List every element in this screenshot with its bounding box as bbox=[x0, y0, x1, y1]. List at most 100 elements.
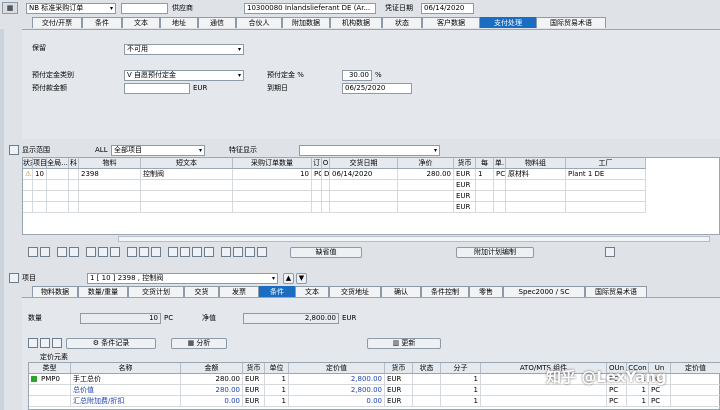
tab-header-8[interactable]: 状态 bbox=[382, 17, 422, 28]
cond-cell[interactable]: EUR bbox=[243, 374, 265, 385]
tab-detail-9[interactable]: 条件控制 bbox=[421, 286, 469, 297]
tab-detail-10[interactable]: 零售 bbox=[469, 286, 503, 297]
magnify-icon[interactable] bbox=[28, 247, 38, 257]
cond-cell[interactable]: 1 bbox=[265, 374, 289, 385]
zoom-icon[interactable] bbox=[40, 247, 50, 257]
tab-header-11[interactable]: 国际贸易术语 bbox=[536, 17, 606, 28]
items-cell[interactable] bbox=[330, 202, 398, 213]
cond-cell[interactable]: 280.00 bbox=[181, 374, 243, 385]
items-cell[interactable] bbox=[494, 202, 506, 213]
toolbar-icon[interactable]: ▦ bbox=[2, 2, 18, 14]
cond-col-header[interactable]: 定价值 bbox=[671, 363, 720, 374]
cond-cell[interactable]: 1 bbox=[441, 374, 481, 385]
items-cell[interactable] bbox=[312, 191, 322, 202]
items-cell[interactable]: 2398 bbox=[79, 169, 141, 180]
items-cell[interactable] bbox=[47, 169, 69, 180]
po-number-field[interactable] bbox=[121, 3, 168, 14]
tab-detail-4[interactable]: 发票 bbox=[219, 286, 259, 297]
collapse-icon[interactable] bbox=[9, 273, 19, 283]
order-type-select[interactable]: NB 标准采购订单 ▾ bbox=[26, 3, 116, 14]
collapse-icon[interactable] bbox=[9, 145, 19, 155]
scrollbar[interactable] bbox=[118, 236, 710, 242]
items-cell[interactable]: PC bbox=[312, 169, 322, 180]
tab-header-3[interactable]: 地址 bbox=[160, 17, 198, 28]
items-cell[interactable] bbox=[79, 191, 141, 202]
previous-item-button[interactable]: ▲ bbox=[283, 273, 294, 284]
items-cell[interactable] bbox=[233, 180, 312, 191]
items-cell[interactable] bbox=[33, 180, 47, 191]
items-cell[interactable] bbox=[398, 191, 454, 202]
items-cell[interactable] bbox=[566, 180, 646, 191]
cond-cell[interactable] bbox=[671, 374, 720, 385]
tab-header-4[interactable]: 通信 bbox=[198, 17, 236, 28]
items-cell[interactable] bbox=[47, 180, 69, 191]
sort-icon[interactable] bbox=[57, 247, 67, 257]
items-cell[interactable] bbox=[330, 191, 398, 202]
cond-col-header[interactable]: 货币 bbox=[243, 363, 265, 374]
additional-planning-button[interactable]: 附加计划编制 bbox=[456, 247, 534, 258]
items-cell[interactable] bbox=[79, 202, 141, 213]
doc-date-field[interactable]: 06/14/2020 bbox=[421, 3, 474, 14]
cond-col-header[interactable]: 分子 bbox=[441, 363, 481, 374]
items-col-header[interactable]: 短文本 bbox=[141, 158, 233, 169]
items-cell[interactable] bbox=[33, 202, 47, 213]
cond-cell[interactable]: EUR bbox=[243, 385, 265, 396]
print-icon[interactable] bbox=[221, 247, 231, 257]
items-cell[interactable] bbox=[322, 202, 330, 213]
items-col-header[interactable]: 采购订单数量 bbox=[233, 158, 312, 169]
tab-header-5[interactable]: 合伙人 bbox=[236, 17, 282, 28]
items-col-header[interactable]: 物料 bbox=[79, 158, 141, 169]
items-cell[interactable]: EUR bbox=[454, 191, 476, 202]
magnify-icon[interactable] bbox=[28, 338, 38, 348]
dp-pct-field[interactable]: 30.00 bbox=[342, 70, 372, 81]
tab-detail-6[interactable]: 文本 bbox=[295, 286, 329, 297]
items-cell[interactable] bbox=[233, 202, 312, 213]
items-cell[interactable] bbox=[566, 191, 646, 202]
items-col-header[interactable]: 状态 bbox=[23, 158, 33, 169]
cond-cell[interactable]: 2,800.00 bbox=[289, 385, 385, 396]
items-col-header[interactable]: 项目 bbox=[33, 158, 47, 169]
items-col-header[interactable]: 工厂 bbox=[566, 158, 646, 169]
default-values-button[interactable]: 缺省值 bbox=[290, 247, 362, 258]
items-cell[interactable]: 10 bbox=[33, 169, 47, 180]
cond-cell[interactable]: 手工总价 bbox=[71, 374, 181, 385]
tab-detail-0[interactable]: 物料数据 bbox=[32, 286, 78, 297]
tab-header-10[interactable]: 支付处理 bbox=[480, 17, 536, 28]
item-select[interactable]: 1 [ 10 ] 2398 , 控制阀 ▾ bbox=[87, 273, 278, 284]
cond-cell[interactable]: 0.00 bbox=[289, 396, 385, 407]
items-cell[interactable]: Plant 1 DE bbox=[566, 169, 646, 180]
dp-amount-field[interactable] bbox=[124, 83, 190, 94]
cond-col-header[interactable]: 单位 bbox=[265, 363, 289, 374]
retention-select[interactable]: 不可用 ▾ bbox=[124, 44, 244, 55]
items-cell[interactable] bbox=[233, 191, 312, 202]
layout-icon[interactable] bbox=[180, 247, 190, 257]
items-cell[interactable]: EUR bbox=[454, 202, 476, 213]
cond-cell[interactable]: EUR bbox=[385, 374, 413, 385]
cond-col-header[interactable]: 名称 bbox=[71, 363, 181, 374]
tab-header-6[interactable]: 附加数据 bbox=[282, 17, 330, 28]
cond-cell[interactable]: PC bbox=[607, 396, 627, 407]
items-cell[interactable] bbox=[312, 180, 322, 191]
align-icon[interactable] bbox=[192, 247, 202, 257]
cond-cell[interactable]: 1 bbox=[627, 396, 649, 407]
bank-icon[interactable] bbox=[86, 247, 96, 257]
items-cell[interactable] bbox=[398, 180, 454, 191]
cond-cell[interactable] bbox=[413, 374, 441, 385]
dp-category-select[interactable]: V 自愿预付定金 ▾ bbox=[124, 70, 244, 81]
items-col-header[interactable]: 净价 bbox=[398, 158, 454, 169]
items-cell[interactable]: EUR bbox=[454, 180, 476, 191]
items-cell[interactable]: 06/14/2020 bbox=[330, 169, 398, 180]
copy-icon[interactable] bbox=[127, 247, 137, 257]
cond-cell[interactable] bbox=[671, 396, 720, 407]
items-cell[interactable] bbox=[322, 180, 330, 191]
cond-cell[interactable]: 1 bbox=[265, 396, 289, 407]
items-col-header[interactable]: 交货日期 bbox=[330, 158, 398, 169]
items-cell[interactable]: EUR bbox=[454, 169, 476, 180]
unlock-icon[interactable] bbox=[110, 247, 120, 257]
items-cell[interactable] bbox=[506, 180, 566, 191]
cond-cell[interactable]: 280.00 bbox=[181, 385, 243, 396]
cond-col-header[interactable]: 类型 bbox=[29, 363, 71, 374]
quantity-field[interactable]: 10 bbox=[80, 313, 161, 324]
tab-header-9[interactable]: 客户数据 bbox=[422, 17, 480, 28]
filter-icon[interactable] bbox=[69, 247, 79, 257]
